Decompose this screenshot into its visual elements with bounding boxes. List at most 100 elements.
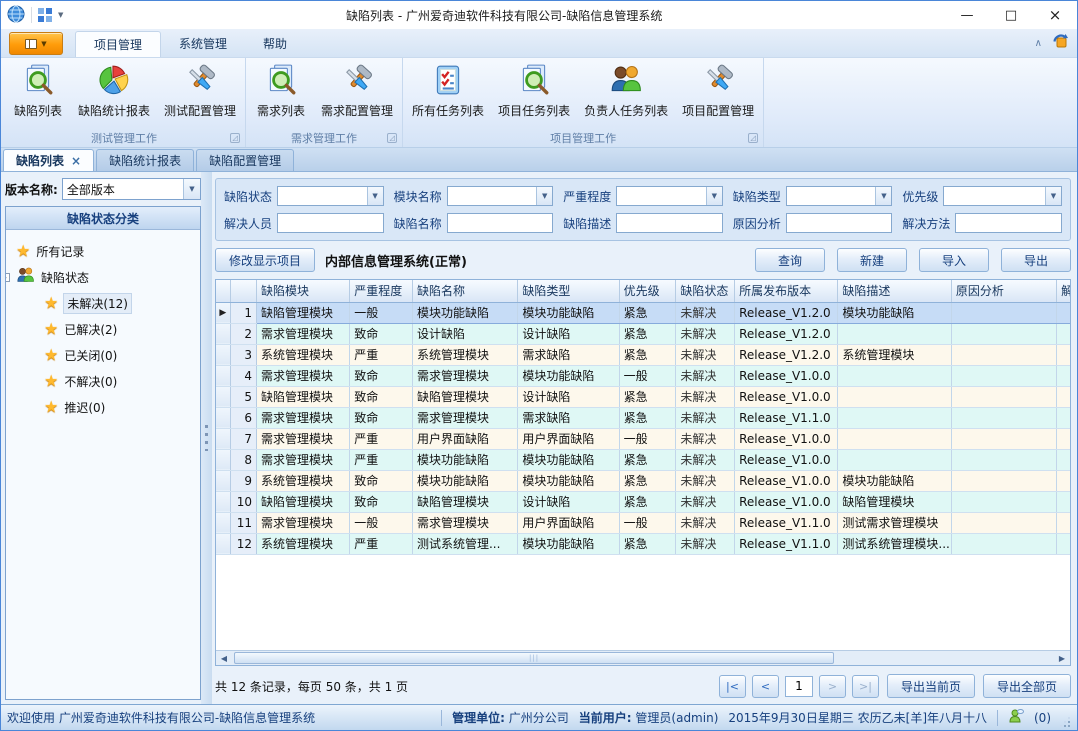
- maximize-button[interactable]: □: [989, 1, 1033, 29]
- table-cell: 模块功能缺陷: [412, 449, 517, 470]
- export-current-page-button[interactable]: 导出当前页: [887, 674, 975, 698]
- new-button[interactable]: 新建: [837, 248, 907, 272]
- scroll-right-icon[interactable]: ▶: [1054, 651, 1070, 665]
- dialog-launcher-icon[interactable]: ◿: [230, 133, 240, 143]
- filter-input-2[interactable]: [448, 214, 553, 232]
- tree-item[interactable]: ★推迟(0): [16, 394, 196, 420]
- ribbon-tab-2[interactable]: 系统管理: [161, 31, 245, 57]
- filter-select-3[interactable]: ▼: [616, 186, 723, 206]
- column-header[interactable]: 缺陷状态: [676, 280, 735, 302]
- table-row[interactable]: 6需求管理模块致命需求管理模块需求缺陷紧急未解决Release_V1.1.0: [216, 407, 1070, 428]
- document-tab-label: 缺陷统计报表: [109, 152, 181, 169]
- scroll-left-icon[interactable]: ◀: [216, 651, 232, 665]
- dialog-launcher-icon[interactable]: ◿: [748, 133, 758, 143]
- version-select[interactable]: 全部版本 ▼: [62, 178, 201, 200]
- chevron-down-icon[interactable]: ▼: [875, 187, 891, 205]
- sidebar-splitter[interactable]: [201, 172, 212, 704]
- resize-grip[interactable]: [1061, 718, 1071, 728]
- ribbon-button[interactable]: 需求配置管理: [314, 60, 400, 120]
- ribbon-button[interactable]: 缺陷列表: [5, 60, 71, 120]
- column-header[interactable]: 缺陷类型: [518, 280, 619, 302]
- pager-next-button[interactable]: >: [819, 675, 846, 698]
- chevron-down-icon[interactable]: ▼: [1045, 187, 1061, 205]
- horizontal-scrollbar[interactable]: ◀ ||| ▶: [216, 650, 1070, 665]
- pager-first-button[interactable]: |<: [719, 675, 746, 698]
- tree-item[interactable]: ★未解决(12): [16, 290, 196, 316]
- table-row[interactable]: 10缺陷管理模块致命缺陷管理模块设计缺陷紧急未解决Release_V1.0.0缺…: [216, 491, 1070, 512]
- tree-expander-icon[interactable]: -: [6, 273, 10, 282]
- ribbon-button[interactable]: 负责人任务列表: [577, 60, 675, 120]
- table-row[interactable]: 12系统管理模块严重测试系统管理...模块功能缺陷紧急未解决Release_V1…: [216, 533, 1070, 554]
- filter-select-4[interactable]: ▼: [786, 186, 893, 206]
- message-count[interactable]: (0): [1034, 711, 1051, 725]
- messages-person-icon[interactable]: [1008, 708, 1024, 727]
- table-row[interactable]: 7需求管理模块严重用户界面缺陷用户界面缺陷一般未解决Release_V1.0.0: [216, 428, 1070, 449]
- app-logo-icon[interactable]: [7, 5, 25, 26]
- ribbon-button[interactable]: 所有任务列表: [405, 60, 491, 120]
- close-button[interactable]: ×: [1033, 1, 1077, 29]
- tree-item[interactable]: ★不解决(0): [16, 368, 196, 394]
- column-header[interactable]: 所属发布版本: [735, 280, 838, 302]
- filter-input-4[interactable]: [787, 214, 892, 232]
- minimize-button[interactable]: —: [945, 1, 989, 29]
- chevron-down-icon[interactable]: ▼: [536, 187, 552, 205]
- version-select-value: 全部版本: [63, 181, 183, 198]
- column-header[interactable]: 优先级: [619, 280, 676, 302]
- ribbon-button[interactable]: 缺陷统计报表: [71, 60, 157, 120]
- scrollbar-thumb[interactable]: |||: [234, 652, 834, 664]
- filter-input-3[interactable]: [617, 214, 722, 232]
- export-all-pages-button[interactable]: 导出全部页: [983, 674, 1071, 698]
- filter-select-5[interactable]: ▼: [943, 186, 1062, 206]
- table-cell: [951, 323, 1056, 344]
- ribbon-tab-1[interactable]: 项目管理: [75, 31, 161, 57]
- column-header[interactable]: 缺陷描述: [838, 280, 951, 302]
- table-row[interactable]: 4需求管理模块致命需求管理模块模块功能缺陷一般未解决Release_V1.0.0: [216, 365, 1070, 386]
- table-row[interactable]: 11需求管理模块一般需求管理模块用户界面缺陷一般未解决Release_V1.1.…: [216, 512, 1070, 533]
- filter-input-1[interactable]: [278, 214, 383, 232]
- tree-item[interactable]: ★已关闭(0): [16, 342, 196, 368]
- ribbon-button[interactable]: 测试配置管理: [157, 60, 243, 120]
- tab-close-icon[interactable]: ×: [71, 154, 81, 168]
- ribbon-button[interactable]: 项目任务列表: [491, 60, 577, 120]
- scrollbar-track[interactable]: |||: [232, 651, 1054, 665]
- document-tab-1[interactable]: 缺陷列表×: [3, 149, 94, 171]
- table-row[interactable]: 3系统管理模块严重系统管理模块需求缺陷紧急未解决Release_V1.2.0系统…: [216, 344, 1070, 365]
- tree-item[interactable]: -缺陷状态: [16, 264, 196, 290]
- import-button[interactable]: 导入: [919, 248, 989, 272]
- tree-item[interactable]: ★所有记录: [16, 238, 196, 264]
- ribbon-button[interactable]: 需求列表: [248, 60, 314, 120]
- table-row[interactable]: 2需求管理模块致命设计缺陷设计缺陷紧急未解决Release_V1.2.0: [216, 323, 1070, 344]
- modify-display-button[interactable]: 修改显示项目: [215, 248, 315, 272]
- column-header[interactable]: 缺陷模块: [257, 280, 350, 302]
- column-header[interactable]: 原因分析: [951, 280, 1056, 302]
- tree-item[interactable]: ★已解决(2): [16, 316, 196, 342]
- document-tab-2[interactable]: 缺陷统计报表: [96, 149, 194, 171]
- page-number-input[interactable]: [785, 676, 813, 697]
- quick-access-icon[interactable]: [38, 8, 52, 22]
- ribbon-collapse-icon[interactable]: ∧: [1035, 38, 1042, 49]
- app-menu-button[interactable]: ▼: [9, 32, 63, 55]
- filter-input-5[interactable]: [956, 214, 1061, 232]
- table-row[interactable]: 8需求管理模块严重模块功能缺陷模块功能缺陷紧急未解决Release_V1.0.0: [216, 449, 1070, 470]
- pager-last-button[interactable]: >|: [852, 675, 879, 698]
- table-row[interactable]: 9系统管理模块致命模块功能缺陷模块功能缺陷紧急未解决Release_V1.0.0…: [216, 470, 1070, 491]
- column-header[interactable]: 严重程度: [350, 280, 413, 302]
- pager-prev-button[interactable]: <: [752, 675, 779, 698]
- chevron-down-icon[interactable]: ▼: [183, 179, 200, 199]
- filter-select-2[interactable]: ▼: [447, 186, 554, 206]
- column-header[interactable]: 缺陷名称: [412, 280, 517, 302]
- ribbon-button-label: 需求列表: [257, 102, 305, 119]
- ribbon-button[interactable]: 项目配置管理: [675, 60, 761, 120]
- column-header[interactable]: 解决方法: [1057, 280, 1070, 302]
- filter-select-1[interactable]: ▼: [277, 186, 384, 206]
- search-button[interactable]: 查询: [755, 248, 825, 272]
- help-icon[interactable]: [1052, 33, 1069, 53]
- chevron-down-icon[interactable]: ▼: [706, 187, 722, 205]
- dialog-launcher-icon[interactable]: ◿: [387, 133, 397, 143]
- ribbon-tab-3[interactable]: 帮助: [245, 31, 305, 57]
- table-row[interactable]: 5缺陷管理模块致命缺陷管理模块设计缺陷紧急未解决Release_V1.0.0: [216, 386, 1070, 407]
- document-tab-3[interactable]: 缺陷配置管理: [196, 149, 294, 171]
- export-button[interactable]: 导出: [1001, 248, 1071, 272]
- table-row[interactable]: ▶1缺陷管理模块一般模块功能缺陷模块功能缺陷紧急未解决Release_V1.2.…: [216, 302, 1070, 323]
- chevron-down-icon[interactable]: ▼: [367, 187, 383, 205]
